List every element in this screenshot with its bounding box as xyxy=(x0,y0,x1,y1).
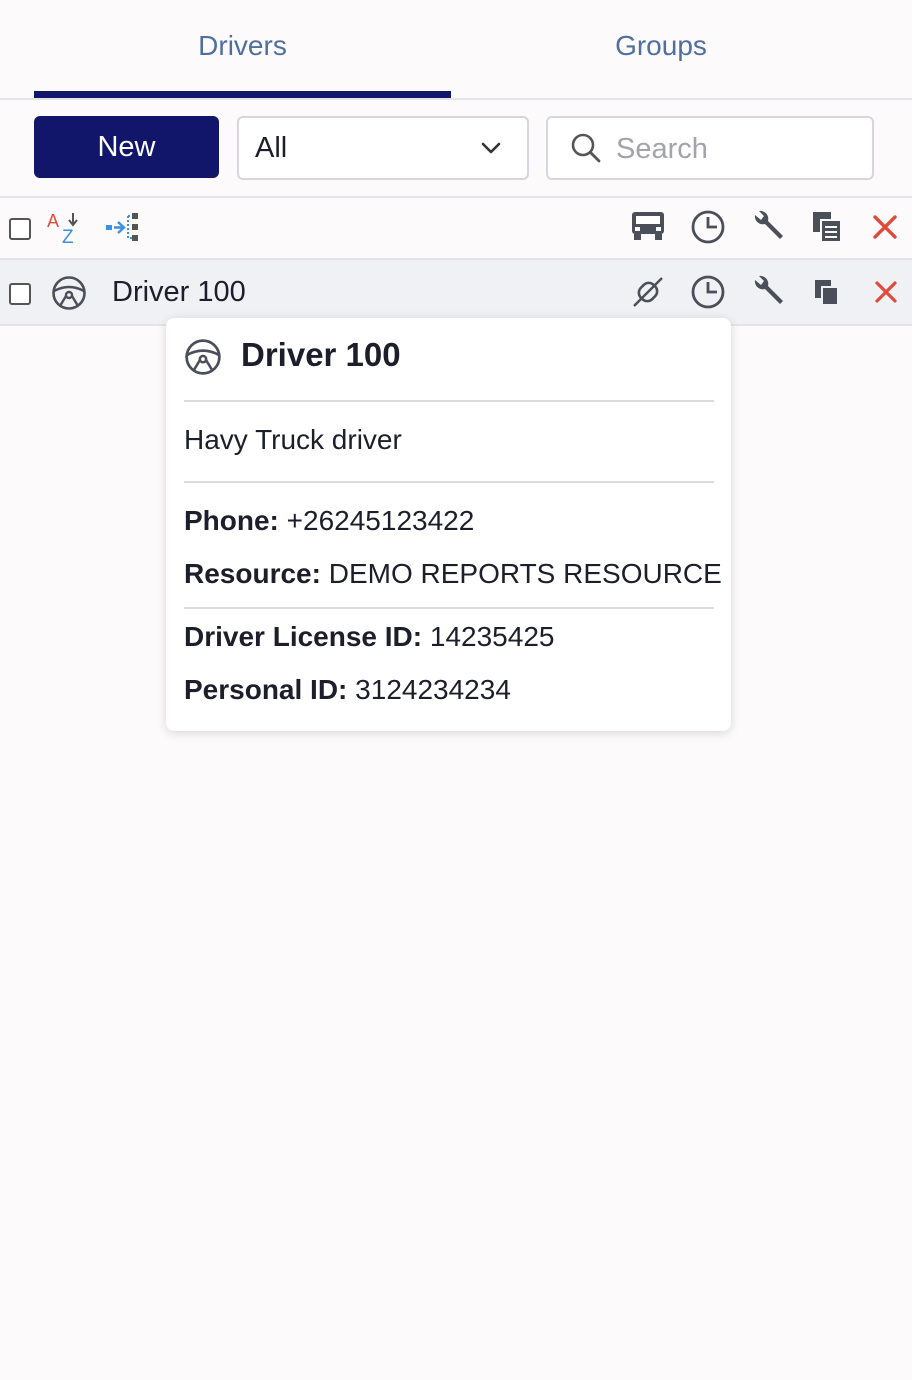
truck-icon[interactable] xyxy=(630,208,666,244)
tooltip-resource: Resource: DEMO REPORTS RESOURCE xyxy=(184,558,722,590)
clock-icon[interactable] xyxy=(690,274,726,310)
filter-select-value: All xyxy=(255,132,288,164)
tab-groups[interactable]: Groups xyxy=(451,0,871,98)
field-label: Driver License ID: xyxy=(184,621,423,652)
clock-icon[interactable] xyxy=(690,209,726,245)
active-tab-indicator xyxy=(34,91,451,98)
tooltip-phone: Phone: +26245123422 xyxy=(184,505,474,537)
unlink-icon[interactable] xyxy=(630,274,666,310)
tab-drivers[interactable]: Drivers xyxy=(34,0,451,98)
divider xyxy=(184,481,714,483)
tooltip-personal-id: Personal ID: 3124234234 xyxy=(184,674,511,706)
driver-info-tooltip: Driver 100 Havy Truck driver Phone: +262… xyxy=(166,318,731,731)
divider xyxy=(184,400,714,402)
tooltip-license-id: Driver License ID: 14235425 xyxy=(184,621,554,653)
table-row[interactable]: Driver 100 xyxy=(0,260,912,326)
field-value: 14235425 xyxy=(422,621,555,652)
steering-wheel-icon xyxy=(52,276,86,310)
field-label: Phone: xyxy=(184,505,279,536)
field-label: Personal ID: xyxy=(184,674,348,705)
search-input[interactable] xyxy=(614,126,858,172)
search-icon xyxy=(571,133,601,163)
list-header: A Z xyxy=(0,198,912,260)
copy-icon[interactable] xyxy=(809,209,845,245)
wrench-icon[interactable] xyxy=(750,209,786,245)
delete-icon[interactable] xyxy=(867,209,903,245)
filter-select[interactable]: All xyxy=(237,116,529,180)
field-value: 3124234234 xyxy=(347,674,511,705)
chevron-down-icon xyxy=(481,142,501,154)
tooltip-description: Havy Truck driver xyxy=(184,424,402,455)
search-box[interactable] xyxy=(546,116,874,180)
sort-alpha-icon[interactable]: A Z xyxy=(46,210,82,246)
steering-wheel-icon xyxy=(185,339,221,375)
svg-text:A: A xyxy=(47,211,59,231)
driver-name: Driver 100 xyxy=(112,276,246,308)
wrench-icon[interactable] xyxy=(750,274,786,310)
copy-icon[interactable] xyxy=(809,274,845,310)
group-by-icon[interactable] xyxy=(104,210,140,246)
row-checkbox[interactable] xyxy=(9,283,31,305)
delete-icon[interactable] xyxy=(868,274,904,310)
field-value: DEMO REPORTS RESOURCE xyxy=(320,558,722,589)
select-all-checkbox[interactable] xyxy=(9,218,31,240)
tooltip-title: Driver 100 xyxy=(241,336,401,373)
new-button[interactable]: New xyxy=(34,116,219,178)
field-label: Resource: xyxy=(184,558,321,589)
toolbar: New All xyxy=(0,100,912,198)
field-value: +26245123422 xyxy=(278,505,475,536)
tab-bar: Drivers Groups xyxy=(0,0,912,100)
svg-text:Z: Z xyxy=(62,227,74,246)
divider xyxy=(184,607,714,609)
